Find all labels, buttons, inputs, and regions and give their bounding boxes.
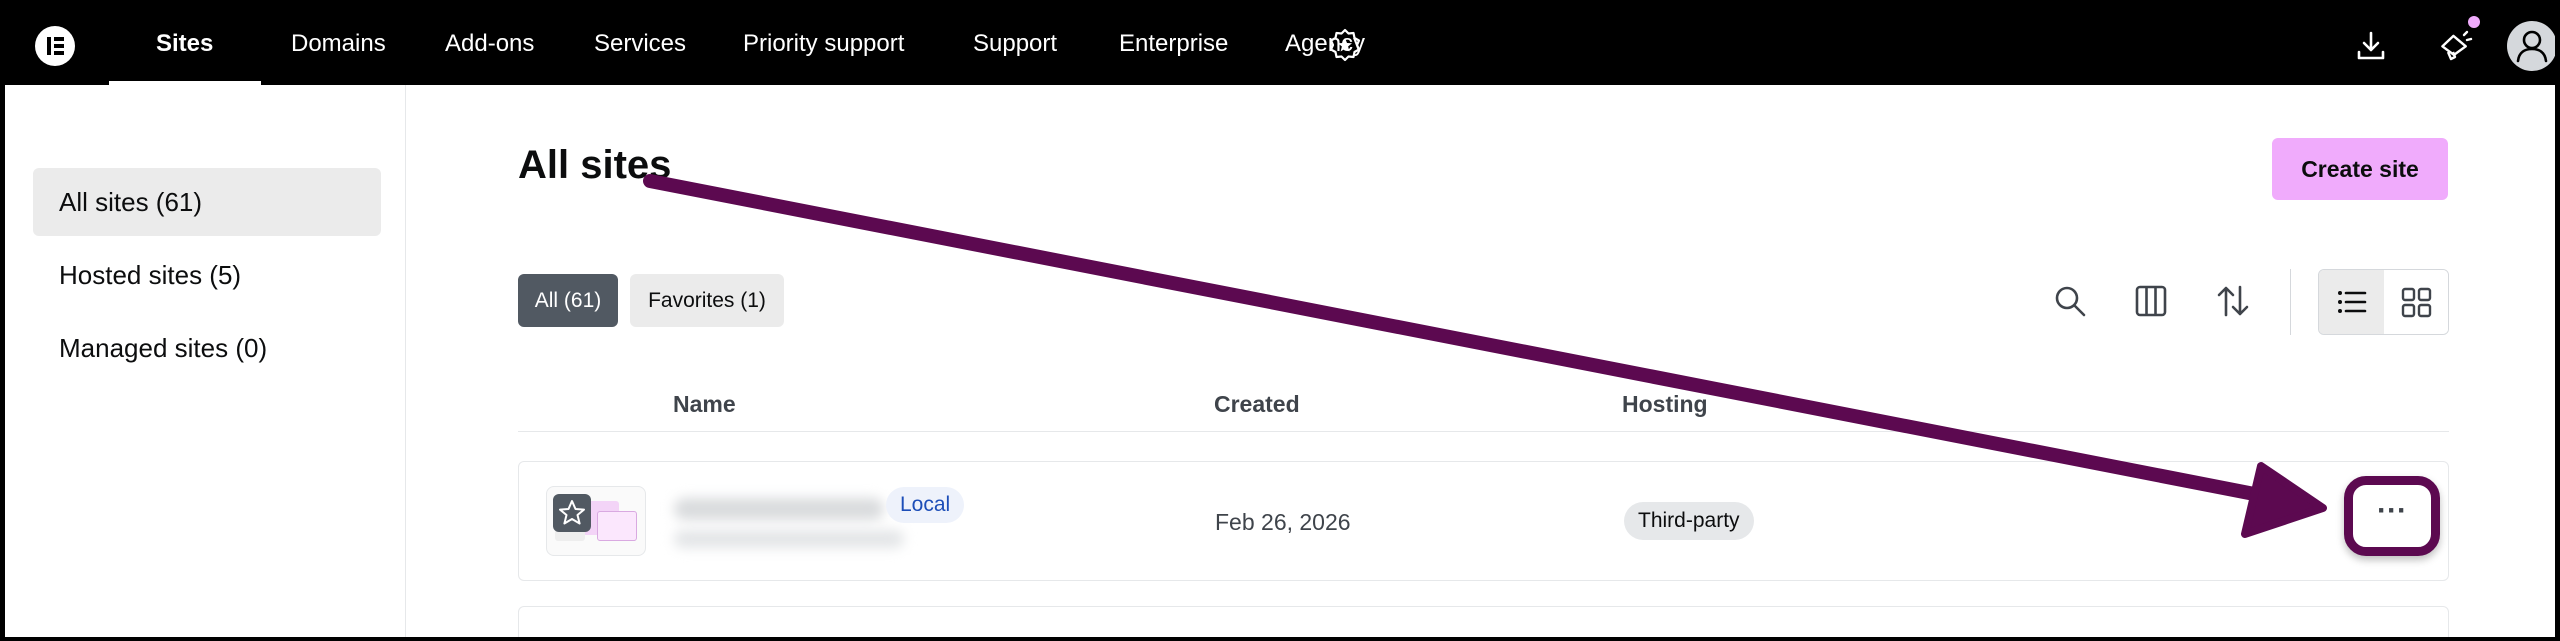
create-site-button[interactable]: Create site <box>2272 138 2448 200</box>
table-row[interactable] <box>518 606 2449 637</box>
list-view-button[interactable] <box>2319 270 2384 334</box>
nav-item-services[interactable]: Services <box>594 3 686 85</box>
site-name-redacted[interactable] <box>674 498 884 520</box>
local-badge: Local <box>886 487 965 523</box>
page-title: All sites <box>518 143 672 187</box>
nav-item-add-ons[interactable]: Add-ons <box>445 3 534 85</box>
view-toggle <box>2318 269 2449 335</box>
list-view-icon <box>2338 291 2367 313</box>
star-icon <box>559 500 585 525</box>
column-header-name[interactable]: Name <box>673 391 736 418</box>
column-header-hosting[interactable]: Hosting <box>1622 391 1708 418</box>
nav-item-support[interactable]: Support <box>973 3 1057 85</box>
sidebar-item-managed-sites[interactable]: Managed sites (0) <box>33 314 381 382</box>
megaphone-icon[interactable] <box>2437 28 2473 64</box>
table-header-divider <box>518 431 2449 432</box>
grid-view-icon <box>2401 287 2432 318</box>
column-header-created[interactable]: Created <box>1214 391 1300 418</box>
sidebar: All sites (61) Hosted sites (5) Managed … <box>5 85 406 637</box>
elementor-logo-icon[interactable] <box>35 26 75 66</box>
agency-badge-icon <box>1329 28 1361 62</box>
search-icon[interactable] <box>2052 283 2088 319</box>
hosting-badge: Third-party <box>1624 502 1754 540</box>
filter-chip-all[interactable]: All (61) <box>518 274 618 327</box>
sidebar-item-all-sites[interactable]: All sites (61) <box>33 168 381 236</box>
table-row[interactable]: Local Feb 26, 2026 Third-party ··· <box>518 461 2449 581</box>
download-icon[interactable] <box>2353 28 2389 64</box>
columns-icon[interactable] <box>2133 283 2169 319</box>
site-url-redacted <box>674 530 904 548</box>
created-date: Feb 26, 2026 <box>1215 509 1351 535</box>
favorite-button[interactable] <box>553 494 591 532</box>
filter-chip-favorites[interactable]: Favorites (1) <box>630 274 784 327</box>
more-actions-button[interactable]: ··· <box>2344 476 2440 556</box>
more-actions-icon: ··· <box>2377 494 2407 527</box>
sort-icon[interactable] <box>2215 283 2251 319</box>
nav-item-domains[interactable]: Domains <box>291 3 386 85</box>
avatar[interactable] <box>2507 21 2555 71</box>
grid-view-button[interactable] <box>2384 270 2448 334</box>
notification-dot <box>2468 16 2480 28</box>
sidebar-item-hosted-sites[interactable]: Hosted sites (5) <box>33 241 381 309</box>
toolbar-divider <box>2290 269 2291 335</box>
user-icon <box>2516 30 2548 63</box>
nav-item-priority-support[interactable]: Priority support <box>743 3 904 85</box>
nav-item-enterprise[interactable]: Enterprise <box>1119 3 1228 85</box>
nav-item-sites[interactable]: Sites <box>156 3 213 85</box>
top-navigation: Sites Domains Add-ons Services Priority … <box>5 3 2555 85</box>
app-window: Sites Domains Add-ons Services Priority … <box>5 3 2555 637</box>
